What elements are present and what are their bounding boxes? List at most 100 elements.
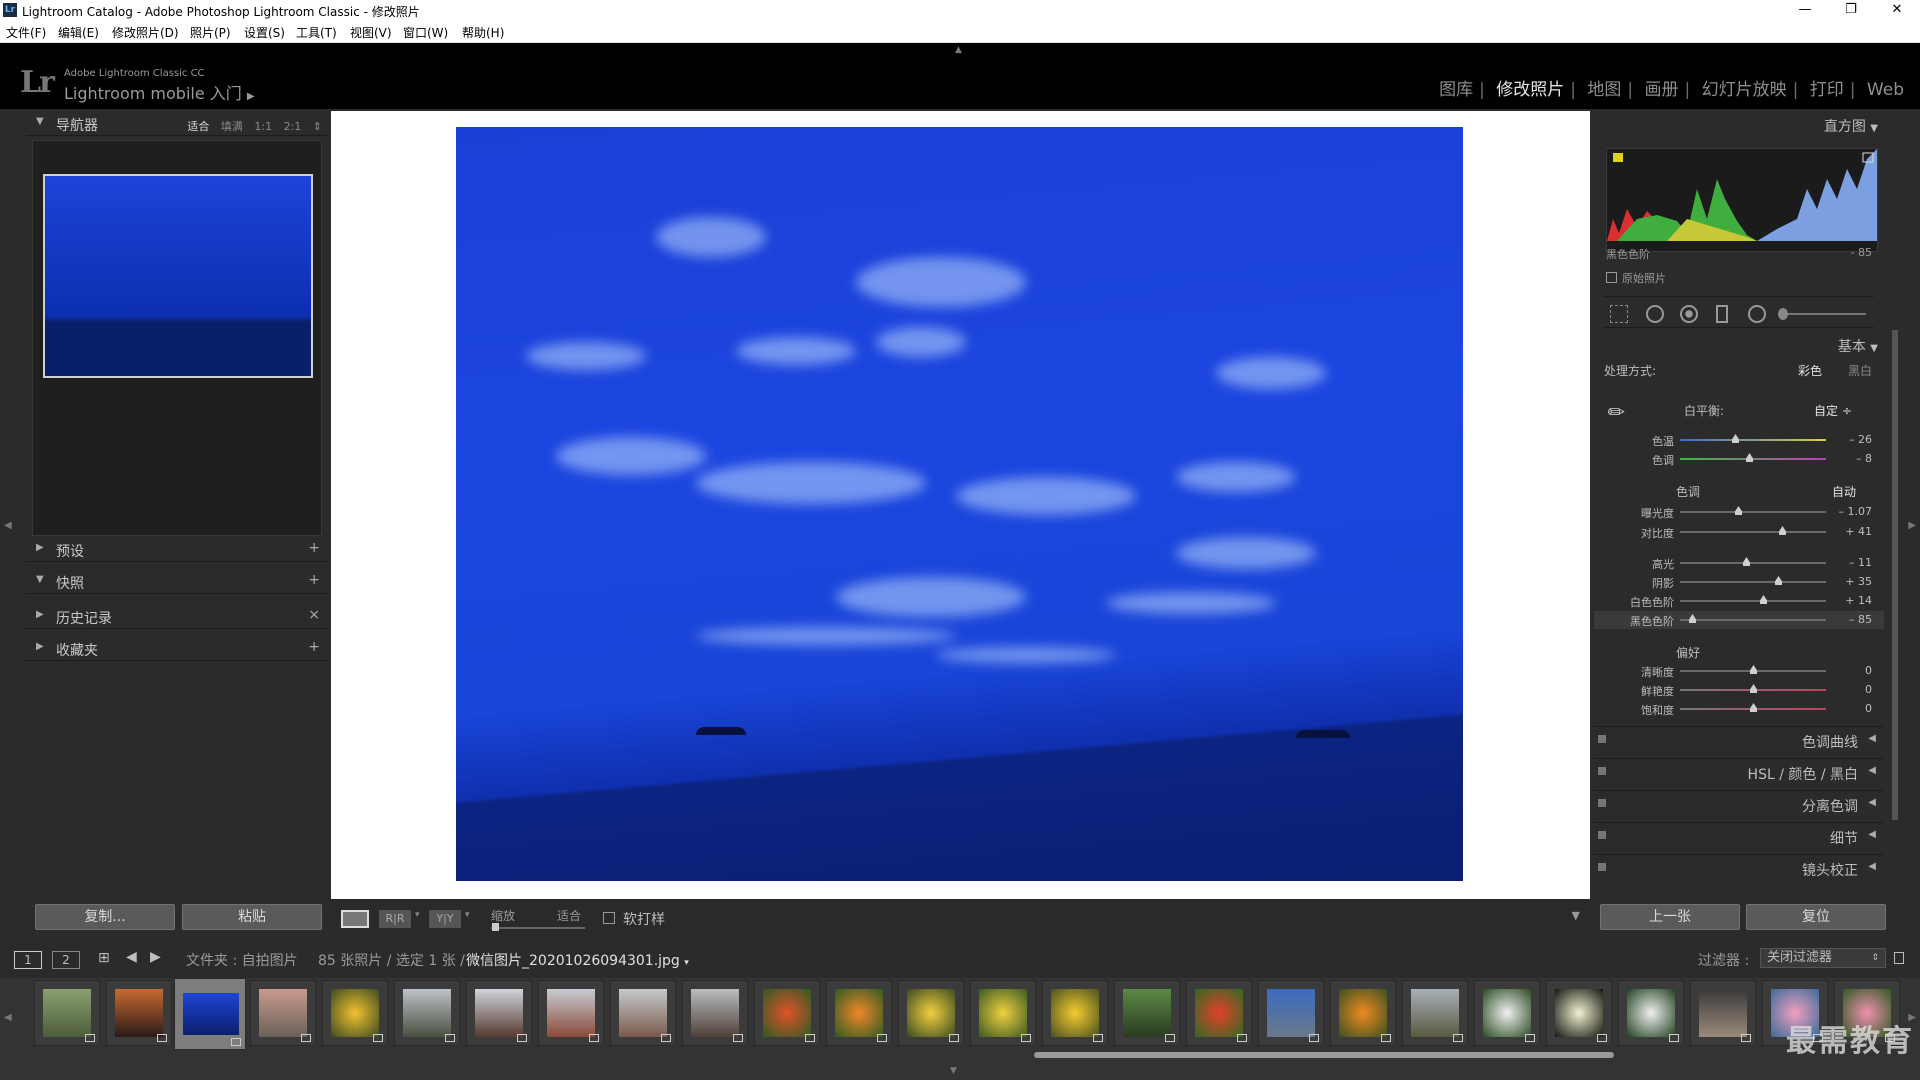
- slider-value[interactable]: – 8: [1832, 452, 1872, 465]
- film-thumbnail[interactable]: [1258, 980, 1324, 1046]
- crop-tool-icon[interactable]: [1610, 305, 1628, 323]
- module-map[interactable]: 地图: [1587, 80, 1621, 100]
- film-thumbnail-selected[interactable]: [174, 978, 246, 1050]
- slider-value[interactable]: 0: [1832, 683, 1872, 696]
- right-panel-scrollbar[interactable]: [1892, 330, 1898, 820]
- slider-thumb[interactable]: [1735, 506, 1742, 515]
- slider-track[interactable]: [1680, 458, 1826, 460]
- navigator-header[interactable]: ▼ 导航器 适合 填满 1:1 2:1 ⇕: [26, 112, 328, 136]
- slider-clarity[interactable]: 清晰度 0: [1594, 662, 1884, 680]
- slider-temp[interactable]: 色温 – 26: [1594, 431, 1884, 449]
- film-thumbnail[interactable]: [250, 980, 316, 1046]
- menu-develop[interactable]: 修改照片(D): [112, 24, 179, 41]
- collapse-right-icon[interactable]: ▶: [1908, 520, 1916, 531]
- histogram[interactable]: [1606, 148, 1878, 252]
- snapshots-header[interactable]: ▼ 快照 +: [26, 570, 328, 594]
- film-thumbnail[interactable]: [106, 980, 172, 1046]
- add-collection-button[interactable]: +: [308, 639, 320, 655]
- main-photo[interactable]: [456, 127, 1463, 881]
- menu-window[interactable]: 窗口(W): [403, 24, 448, 41]
- film-thumbnail[interactable]: [1042, 980, 1108, 1046]
- slider-value[interactable]: 0: [1832, 664, 1872, 677]
- slider-value[interactable]: – 1.07: [1832, 505, 1873, 518]
- film-thumbnail[interactable]: [322, 980, 388, 1046]
- film-thumbnail[interactable]: [682, 980, 748, 1046]
- slider-value[interactable]: – 85: [1832, 613, 1872, 626]
- slider-thumb[interactable]: [1743, 557, 1750, 566]
- film-thumbnail[interactable]: [898, 980, 964, 1046]
- split-toning-header[interactable]: 分离色调 ◀: [1594, 790, 1884, 816]
- slider-thumb[interactable]: [1689, 614, 1696, 623]
- menu-settings[interactable]: 设置(S): [244, 24, 285, 41]
- zoom-slider[interactable]: [491, 927, 585, 929]
- presets-header[interactable]: ▶ 预设 +: [26, 538, 328, 562]
- treatment-bw[interactable]: 黑白: [1848, 362, 1872, 379]
- filmstrip-left-arrow[interactable]: ◀: [4, 1012, 12, 1023]
- source-label[interactable]: 文件夹 : 自拍图片: [186, 950, 298, 970]
- wb-dropdown[interactable]: 自定 ÷: [1814, 402, 1852, 419]
- slider-track[interactable]: [1680, 439, 1826, 441]
- toolbar-menu-icon[interactable]: ▼: [1572, 909, 1580, 922]
- panel-switch[interactable]: [1598, 863, 1606, 871]
- film-thumbnail[interactable]: [538, 980, 604, 1046]
- module-book[interactable]: 画册: [1645, 80, 1679, 100]
- slider-whites[interactable]: 白色色阶 + 14: [1594, 592, 1884, 610]
- tone-curve-header[interactable]: 色调曲线 ◀: [1594, 726, 1884, 752]
- collections-header[interactable]: ▶ 收藏夹 +: [26, 637, 328, 661]
- film-thumbnail[interactable]: [1402, 980, 1468, 1046]
- lens-corrections-header[interactable]: 镜头校正 ◀: [1594, 854, 1884, 880]
- menu-help[interactable]: 帮助(H): [462, 24, 504, 41]
- slider-value[interactable]: – 11: [1832, 556, 1872, 569]
- slider-contrast[interactable]: 对比度 + 41: [1594, 523, 1884, 541]
- module-develop[interactable]: 修改照片: [1496, 80, 1564, 100]
- panel-switch[interactable]: [1598, 767, 1606, 775]
- slider-value[interactable]: 0: [1832, 702, 1872, 715]
- film-thumbnail[interactable]: [826, 980, 892, 1046]
- white-balance-picker-icon[interactable]: ✎: [1602, 398, 1631, 427]
- panel-switch[interactable]: [1598, 799, 1606, 807]
- module-web[interactable]: Web: [1867, 80, 1904, 100]
- swap-before-after-icon[interactable]: Y|Y: [429, 910, 461, 928]
- graduated-filter-icon[interactable]: [1716, 305, 1728, 323]
- forward-arrow-icon[interactable]: ▶: [150, 949, 161, 965]
- mobile-link[interactable]: Lightroom mobile 入门 ▶: [64, 80, 255, 104]
- selected-filename[interactable]: 微信图片_20201026094301.jpg ▾: [466, 950, 689, 970]
- zoom-1-1[interactable]: 1:1: [254, 120, 272, 133]
- grid-view-icon[interactable]: ⊞: [98, 950, 110, 966]
- slider-tint[interactable]: 色调 – 8: [1594, 450, 1884, 468]
- slider-thumb[interactable]: [1775, 576, 1782, 585]
- film-thumbnail[interactable]: [1114, 980, 1180, 1046]
- module-slideshow[interactable]: 幻灯片放映: [1702, 80, 1787, 100]
- slider-vibrance[interactable]: 鲜艳度 0: [1594, 681, 1884, 699]
- paste-settings-button[interactable]: 粘贴: [182, 904, 322, 930]
- slider-thumb[interactable]: [1750, 684, 1757, 693]
- zoom-slider-thumb[interactable]: [492, 923, 499, 931]
- zoom-2-1[interactable]: 2:1: [284, 120, 302, 133]
- slider-thumb[interactable]: [1746, 453, 1753, 462]
- original-photo-checkbox[interactable]: [1606, 272, 1617, 283]
- filter-lock-icon[interactable]: [1894, 952, 1904, 964]
- zoom-fit[interactable]: 适合: [187, 120, 209, 133]
- menu-view[interactable]: 视图(V): [350, 24, 392, 41]
- slider-value[interactable]: + 35: [1832, 575, 1872, 588]
- film-thumbnail[interactable]: [34, 980, 100, 1046]
- module-print[interactable]: 打印: [1810, 80, 1844, 100]
- film-thumbnail[interactable]: [1690, 980, 1756, 1046]
- slider-highlights[interactable]: 高光 – 11: [1594, 554, 1884, 572]
- history-header[interactable]: ▶ 历史记录 ×: [26, 605, 328, 629]
- add-snapshot-button[interactable]: +: [308, 572, 320, 588]
- secondary-window-button[interactable]: 2: [52, 951, 80, 969]
- close-button[interactable]: ✕: [1874, 0, 1920, 22]
- slider-saturation[interactable]: 饱和度 0: [1594, 700, 1884, 718]
- menu-file[interactable]: 文件(F): [6, 24, 46, 41]
- film-thumbnail[interactable]: [466, 980, 532, 1046]
- slider-value[interactable]: – 26: [1832, 433, 1872, 446]
- navigator-thumbnail[interactable]: [43, 174, 313, 378]
- detail-header[interactable]: 细节 ◀: [1594, 822, 1884, 848]
- dropdown-icon[interactable]: ▾: [415, 910, 420, 920]
- slider-track[interactable]: [1680, 600, 1826, 602]
- radial-filter-icon[interactable]: [1748, 305, 1766, 323]
- softproof-checkbox[interactable]: [603, 912, 615, 924]
- slider-value[interactable]: + 41: [1832, 525, 1872, 538]
- menu-edit[interactable]: 编辑(E): [58, 24, 99, 41]
